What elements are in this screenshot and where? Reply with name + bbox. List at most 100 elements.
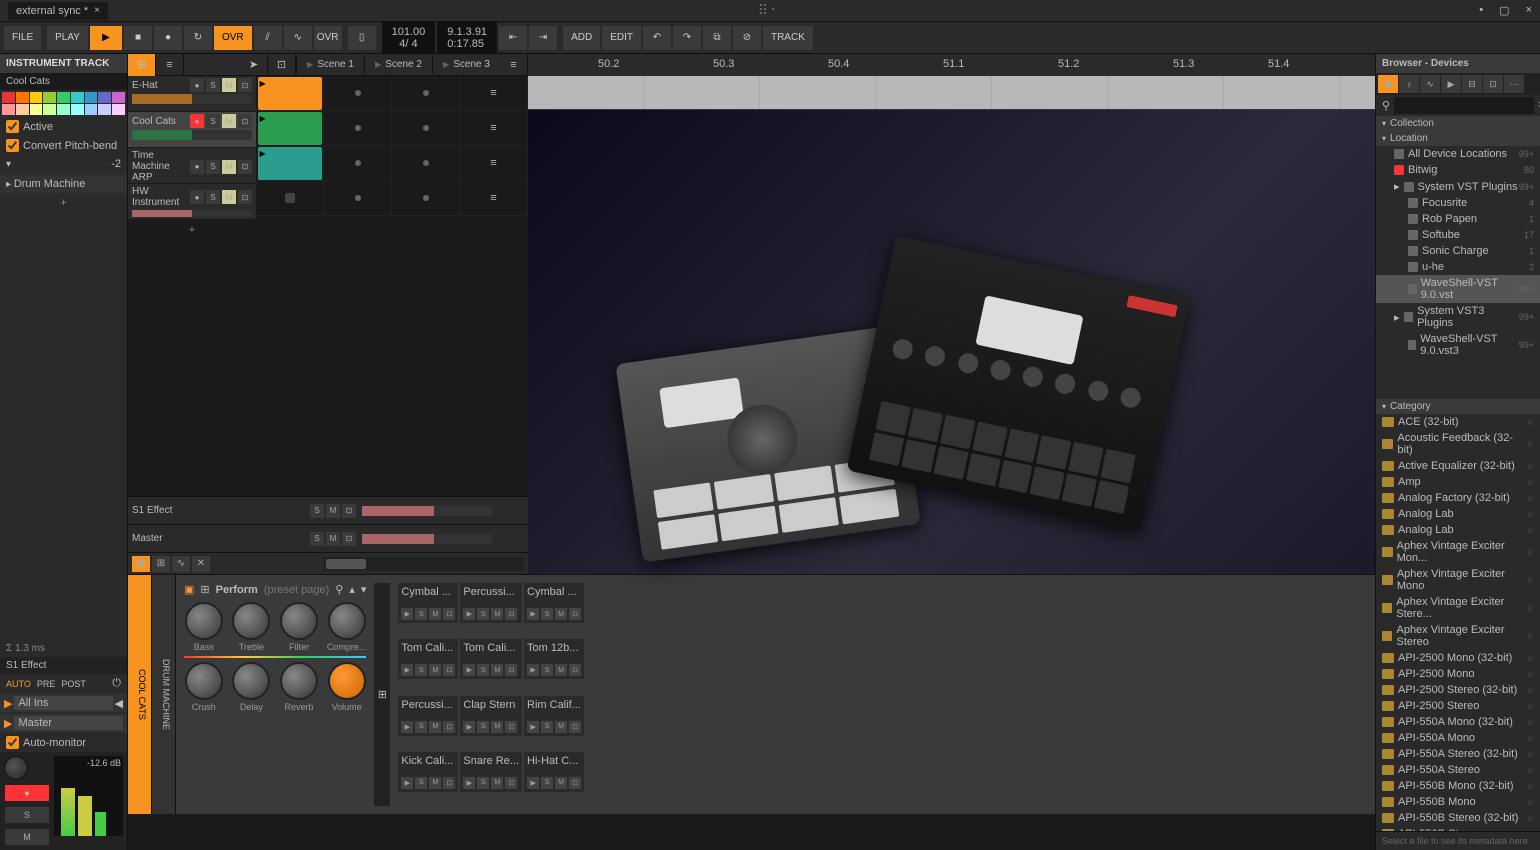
pad-solo[interactable]: S — [541, 721, 553, 733]
pointer-tool-icon[interactable]: ➤ — [240, 54, 268, 76]
pad-menu[interactable]: ⊡ — [569, 777, 581, 789]
pad-mute[interactable]: M — [429, 608, 441, 620]
track-menu[interactable]: ⊡ — [238, 190, 252, 204]
color-swatch[interactable] — [85, 92, 98, 103]
location-item[interactable]: u-he2 — [1376, 259, 1540, 275]
pad-play[interactable]: ▶ — [527, 608, 539, 620]
pad-play[interactable]: ▶ — [463, 777, 475, 789]
add-button[interactable]: ADD — [563, 26, 600, 50]
add-track-button[interactable]: + — [128, 220, 256, 240]
close-window-icon[interactable]: × — [1526, 4, 1532, 17]
plugin-item[interactable]: API-2500 Mono (32-bit)☆ — [1376, 650, 1540, 666]
treble-knob[interactable] — [232, 602, 270, 640]
clear-search-icon[interactable]: × — [1534, 97, 1540, 114]
pitchbend-checkbox[interactable]: Convert Pitch-bend — [0, 136, 127, 155]
drum-pad[interactable]: Hi-Hat C... ▶ S M ⊡ — [524, 752, 584, 792]
play-label-button[interactable]: PLAY — [47, 26, 88, 50]
tempo-display[interactable]: 101.00 4/ 4 — [382, 22, 436, 54]
pad-solo[interactable]: S — [415, 721, 427, 733]
record-arm[interactable]: ● — [190, 114, 204, 128]
plugin-item[interactable]: Acoustic Feedback (32-bit)☆ — [1376, 430, 1540, 458]
record-arm-button[interactable]: ● — [5, 785, 49, 801]
browser-tab-samples[interactable]: ∿ — [1420, 75, 1440, 93]
pad-solo[interactable]: S — [477, 664, 489, 676]
color-swatch[interactable] — [57, 92, 70, 103]
star-icon[interactable]: ☆ — [1526, 493, 1534, 504]
star-icon[interactable]: ☆ — [1526, 653, 1534, 664]
auto-button[interactable]: AUTO — [6, 679, 31, 689]
solo-btn[interactable]: S — [206, 160, 220, 174]
selector-icon[interactable]: ⊡ — [268, 54, 296, 76]
plugin-item[interactable]: Aphex Vintage Exciter Stereo☆ — [1376, 622, 1540, 650]
track-menu[interactable]: ⊡ — [238, 78, 252, 92]
device-slot[interactable]: ▸ Drum Machine — [0, 175, 127, 193]
prev-preset-icon[interactable]: ▴ — [349, 583, 355, 596]
pad-solo[interactable]: S — [415, 664, 427, 676]
color-swatch[interactable] — [98, 104, 111, 115]
compre...-knob[interactable] — [328, 602, 366, 640]
master-fader[interactable] — [362, 506, 492, 516]
timeline-content[interactable] — [528, 76, 1375, 574]
delay-knob[interactable] — [232, 662, 270, 700]
ft-btn-3[interactable]: ∿ — [172, 556, 190, 572]
pad-solo[interactable]: S — [477, 608, 489, 620]
clip-slot[interactable] — [392, 76, 460, 110]
plugin-item[interactable]: API-2500 Stereo☆ — [1376, 698, 1540, 714]
solo-btn[interactable]: S — [206, 114, 220, 128]
plugin-item[interactable]: API-550B Stereo (32-bit)☆ — [1376, 810, 1540, 826]
star-icon[interactable]: ☆ — [1526, 733, 1534, 744]
color-swatch[interactable] — [43, 92, 56, 103]
master-track-row[interactable]: S1 Effect S M ⊡ — [128, 496, 528, 524]
pad-solo[interactable]: S — [541, 608, 553, 620]
time-display[interactable]: 9.1.3.91 0:17.85 — [437, 22, 497, 54]
color-swatch[interactable] — [16, 104, 29, 115]
metronome-button[interactable]: ▯ — [348, 26, 376, 50]
scene-1[interactable]: Scene 1 — [296, 55, 364, 74]
track-row[interactable]: Time Machine ARP ● S M ⊡ — [128, 148, 256, 183]
color-swatch[interactable] — [30, 92, 43, 103]
menu-btn[interactable]: ⊡ — [342, 532, 356, 546]
search-input[interactable] — [1394, 97, 1534, 114]
location-item[interactable]: Softube17 — [1376, 227, 1540, 243]
drum-pad[interactable]: Cymbal ... ▶ S M ⊡ — [398, 583, 458, 623]
pad-menu[interactable]: ⊡ — [505, 608, 517, 620]
pad-mute[interactable]: M — [429, 664, 441, 676]
arrange-view-icon[interactable]: ≡ — [156, 54, 184, 76]
star-icon[interactable]: ☆ — [1526, 525, 1534, 536]
output-routing[interactable]: ▶Master — [0, 714, 127, 732]
plugin-item[interactable]: Analog Lab☆ — [1376, 506, 1540, 522]
color-swatch[interactable] — [85, 104, 98, 115]
color-swatch[interactable] — [43, 104, 56, 115]
plugin-item[interactable]: API-550A Mono☆ — [1376, 730, 1540, 746]
pad-play[interactable]: ▶ — [527, 664, 539, 676]
menu-btn[interactable]: ⊡ — [342, 504, 356, 518]
plugin-item[interactable]: Aphex Vintage Exciter Mon...☆ — [1376, 538, 1540, 566]
mute-button[interactable]: M — [5, 829, 49, 845]
mute-btn[interactable]: M — [326, 504, 340, 518]
clip-view-icon[interactable]: ⊞ — [128, 54, 156, 76]
ft-btn-2[interactable]: ⊞ — [152, 556, 170, 572]
pad-solo[interactable]: S — [541, 777, 553, 789]
track-menu[interactable]: ⊡ — [238, 114, 252, 128]
drum-pad[interactable]: Kick Cali... ▶ S M ⊡ — [398, 752, 458, 792]
scene-3[interactable]: Scene 3 — [432, 55, 500, 74]
file-button[interactable]: FILE — [4, 26, 41, 50]
record-button[interactable]: ● — [154, 26, 182, 50]
location-item[interactable]: Rob Papen1 — [1376, 211, 1540, 227]
category-section[interactable]: Category — [1376, 399, 1540, 414]
active-checkbox[interactable]: Active — [0, 117, 127, 136]
star-icon[interactable]: ☆ — [1526, 685, 1534, 696]
color-swatch[interactable] — [98, 92, 111, 103]
pad-grid-icon[interactable]: ⊞ — [374, 583, 390, 806]
drum-pad[interactable]: Clap Stern ▶ S M ⊡ — [460, 696, 522, 736]
drum-pad[interactable]: Rim Calif... ▶ S M ⊡ — [524, 696, 584, 736]
pad-solo[interactable]: S — [477, 777, 489, 789]
color-swatch[interactable] — [71, 104, 84, 115]
next-preset-icon[interactable]: ▾ — [361, 583, 367, 596]
pan-knob[interactable] — [4, 756, 28, 780]
star-icon[interactable]: ☆ — [1526, 813, 1534, 824]
track-button[interactable]: TRACK — [763, 26, 813, 50]
plugin-item[interactable]: Aphex Vintage Exciter Mono☆ — [1376, 566, 1540, 594]
star-icon[interactable]: ☆ — [1526, 509, 1534, 520]
bass-knob[interactable] — [185, 602, 223, 640]
